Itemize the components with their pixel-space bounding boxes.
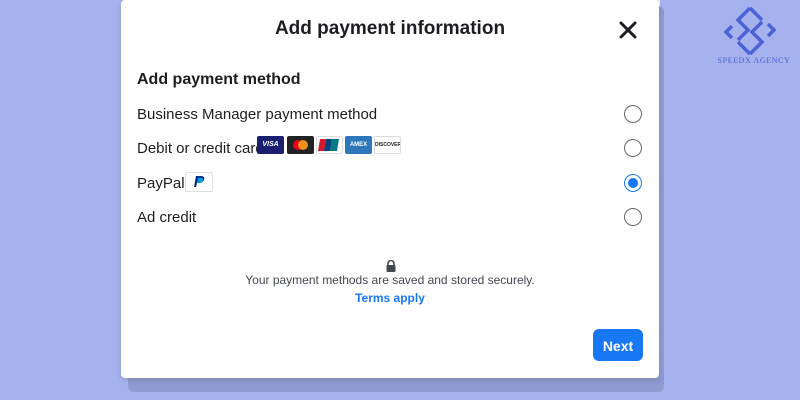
secure-storage-note: Your payment methods are saved and store… bbox=[245, 273, 535, 287]
terms-apply-link[interactable]: Terms apply bbox=[121, 291, 659, 305]
section-title: Add payment method bbox=[137, 71, 301, 88]
unionpay-logo-icon bbox=[316, 136, 343, 154]
next-button[interactable]: Next bbox=[593, 329, 643, 361]
option-debit-credit-card[interactable]: Debit or credit card VISA AMEX DISCOVER bbox=[137, 136, 645, 162]
close-button[interactable] bbox=[615, 17, 641, 43]
radio-debit-credit-card[interactable] bbox=[624, 139, 642, 157]
option-label: PayPal bbox=[137, 175, 185, 192]
dialog-title: Add payment information bbox=[274, 18, 506, 39]
option-label: Business Manager payment method bbox=[137, 106, 378, 123]
option-ad-credit[interactable]: Ad credit bbox=[137, 205, 645, 231]
speedx-logo-icon bbox=[723, 6, 777, 56]
amex-logo-icon: AMEX bbox=[345, 136, 372, 154]
mastercard-logo-icon bbox=[287, 136, 314, 154]
option-paypal[interactable]: PayPal bbox=[137, 171, 645, 197]
watermark-brand-text: SPEEDX AGENCY bbox=[717, 56, 791, 65]
lock-icon bbox=[385, 259, 397, 272]
paypal-logo-icon bbox=[185, 172, 213, 192]
payment-dialog: Add payment information Add payment meth… bbox=[121, 0, 659, 378]
option-label: Debit or credit card bbox=[137, 140, 264, 157]
visa-logo-icon: VISA bbox=[257, 136, 284, 154]
radio-paypal[interactable] bbox=[624, 174, 642, 192]
option-business-manager[interactable]: Business Manager payment method bbox=[137, 102, 645, 128]
radio-ad-credit[interactable] bbox=[624, 208, 642, 226]
discover-logo-icon: DISCOVER bbox=[374, 136, 401, 154]
radio-business-manager[interactable] bbox=[624, 105, 642, 123]
option-label: Ad credit bbox=[137, 209, 197, 226]
close-icon bbox=[619, 21, 637, 39]
